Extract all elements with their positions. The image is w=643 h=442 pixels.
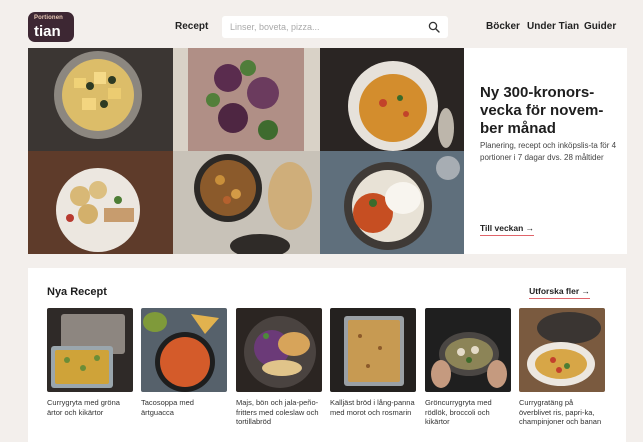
- hero-description: Planering, recept och inköpslis-ta för 4…: [480, 141, 617, 162]
- site-logo[interactable]: Portionen tian: [28, 12, 74, 42]
- recipe-thumbnail-5[interactable]: [425, 308, 511, 392]
- nav-link-bocker[interactable]: Böcker: [486, 21, 520, 32]
- recipe-name: Majs, bön och jala-peño-fritters med col…: [236, 398, 319, 426]
- recipe-thumbnail-3[interactable]: [236, 308, 322, 392]
- hero-photo-collage[interactable]: [28, 48, 464, 254]
- nav-link-under-tian[interactable]: Under Tian: [527, 21, 579, 32]
- recipe-name: Currygryta med gröna ärtor och kikärtor: [47, 398, 120, 417]
- search-input[interactable]: [230, 19, 420, 35]
- hero-title: Ny 300-kronors-vecka för novem-ber månad: [480, 84, 604, 137]
- hero-cta-link[interactable]: Till veckan →: [480, 223, 535, 236]
- recipe-thumbnail-2[interactable]: [141, 308, 227, 392]
- search-box[interactable]: [222, 16, 448, 38]
- recipe-thumbnail-1[interactable]: [47, 308, 133, 392]
- new-recipes-section: Nya Recept Utforska fler → Currygryta me…: [28, 268, 626, 442]
- recipe-name: Tacosoppa med ärtguacca: [141, 398, 194, 417]
- explore-more-link[interactable]: Utforska fler →: [529, 286, 590, 299]
- recipe-card[interactable]: Currygryta med gröna ärtor och kikärtor: [47, 308, 133, 417]
- recipe-card[interactable]: Gröncurrygryta med rödlök, broccoli och …: [425, 308, 511, 427]
- recipe-thumbnail-4[interactable]: [330, 308, 416, 392]
- recipe-name: Kalljäst bröd i lång-panna med morot och…: [330, 398, 415, 417]
- nav-link-guider[interactable]: Guider: [584, 21, 616, 32]
- recipe-card[interactable]: Majs, bön och jala-peño-fritters med col…: [236, 308, 322, 427]
- recipe-card[interactable]: Tacosoppa med ärtguacca: [141, 308, 227, 417]
- recipe-thumbnail-6[interactable]: [519, 308, 605, 392]
- section-title: Nya Recept: [47, 286, 107, 298]
- recipe-card[interactable]: Curry­gratäng på överblivet ris, papri-k…: [519, 308, 605, 427]
- recipe-name: Gröncurrygryta med rödlök, broccoli och …: [425, 398, 492, 426]
- logo-line-1: Portionen: [34, 15, 63, 21]
- recipe-name: Curry­gratäng på överblivet ris, papri-k…: [519, 398, 602, 426]
- recipe-card[interactable]: Kalljäst bröd i lång-panna med morot och…: [330, 308, 416, 417]
- nav-link-recept[interactable]: Recept: [175, 21, 208, 32]
- site-header: Portionen tian Recept Böcker Under Tian …: [0, 0, 643, 50]
- search-icon[interactable]: [428, 21, 440, 33]
- logo-line-2: tian: [34, 23, 61, 40]
